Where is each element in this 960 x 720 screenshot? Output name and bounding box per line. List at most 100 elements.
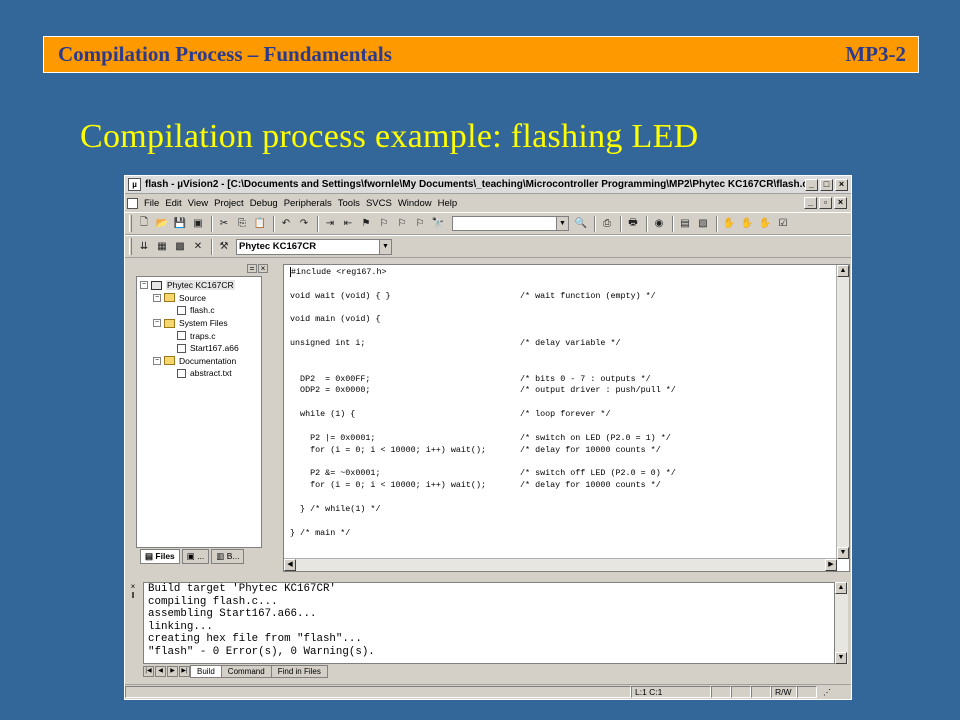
doc-minimize-button[interactable]: _ [804,197,817,209]
tree-node-file[interactable]: flash.c [137,304,261,317]
bookmark-toggle-icon[interactable]: ⚑ [358,216,374,232]
redo-icon[interactable]: ↷ [296,216,312,232]
code-line[interactable] [290,350,830,362]
code-text[interactable]: #include <reg167.h> void wait (void) { } /… [290,267,830,539]
chevron-down-icon[interactable]: ▼ [556,217,568,230]
code-line[interactable]: for (i = 0; i < 10000; i++) wait(); /* de… [290,445,830,457]
maximize-button[interactable]: □ [820,178,833,191]
code-line[interactable]: unsigned int i; /* delay variable */ [290,338,830,350]
code-line[interactable]: for (i = 0; i < 10000; i++) wait(); /* de… [290,480,830,492]
tree-node-file[interactable]: abstract.txt [137,367,261,380]
translate-icon[interactable]: ⇊ [136,239,152,255]
resize-grip-icon[interactable]: ⋰ [817,688,831,697]
tree-node-group[interactable]: − Documentation [137,355,261,368]
indent-icon[interactable]: ⇥ [322,216,338,232]
scroll-right-icon[interactable]: ▶ [825,559,837,571]
editor-vertical-scrollbar[interactable]: ▲ ▼ [836,265,849,559]
save-all-icon[interactable]: ▣ [190,216,206,232]
pane-dock-icon[interactable]: = [247,264,257,273]
menu-window[interactable]: Window [395,198,435,209]
tree-node-group[interactable]: − System Files [137,317,261,330]
code-line[interactable] [290,326,830,338]
tab-last-icon[interactable]: ▶| [179,665,190,677]
breakpoint-icon[interactable]: ✋ [739,216,755,232]
code-line[interactable]: void wait (void) { } /* wait function (em… [290,291,830,303]
window-titlebar[interactable]: µ flash - µVision2 - [C:\Documents and S… [125,176,851,194]
code-line[interactable]: #include <reg167.h> [290,267,830,279]
compile-file-icon[interactable]: ⎙ [599,216,615,232]
collapse-icon[interactable]: − [153,356,161,365]
tree-node-target[interactable]: − Phytec KC167CR [137,279,261,292]
build-icon[interactable]: ▦ [154,239,170,255]
menu-edit[interactable]: Edit [162,198,184,209]
tab-books[interactable]: ▥ B... [211,549,245,564]
bookmark-next-icon[interactable]: ⚐ [376,216,392,232]
menu-tools[interactable]: Tools [335,198,363,209]
code-line[interactable] [290,362,830,374]
scroll-up-icon[interactable]: ▲ [837,265,849,277]
scroll-down-icon[interactable]: ▼ [835,652,847,664]
toolbar-grip[interactable] [129,215,132,232]
toolbar-grip[interactable] [129,238,132,255]
tree-node-file[interactable]: Start167.a66 [137,342,261,355]
code-line[interactable] [290,397,830,409]
save-icon[interactable]: 💾 [172,216,188,232]
code-line[interactable] [290,457,830,469]
tab-next-icon[interactable]: ▶ [167,665,178,677]
tab-files[interactable]: ▤ Files [140,549,180,564]
code-line[interactable]: P2 |= 0x0001; /* switch on LED (P2.0 = 1)… [290,433,830,445]
find-combo[interactable]: ▼ [452,216,569,231]
chevron-down-icon[interactable]: ▼ [379,239,391,254]
collapse-icon[interactable]: − [153,319,161,328]
output-vertical-scrollbar[interactable]: ▲ ▼ [835,582,848,664]
tab-first-icon[interactable]: |◀ [143,665,154,677]
zoom-window-icon[interactable]: ▧ [695,216,711,232]
code-editor[interactable]: #include <reg167.h> void wait (void) { } /… [283,264,850,572]
undo-icon[interactable]: ↶ [278,216,294,232]
code-line[interactable] [290,279,830,291]
doc-restore-button[interactable]: ▫ [819,197,832,209]
unindent-icon[interactable]: ⇤ [340,216,356,232]
tab-prev-icon[interactable]: ◀ [155,665,166,677]
menu-file[interactable]: File [141,198,162,209]
menu-debug[interactable]: Debug [247,198,281,209]
tab-build[interactable]: Build [190,664,222,678]
menu-peripherals[interactable]: Peripherals [281,198,335,209]
menu-project[interactable]: Project [211,198,247,209]
code-line[interactable]: while (1) {/* loop forever */ [290,409,830,421]
code-line[interactable] [290,421,830,433]
target-select[interactable]: Phytec KC167CR ▼ [236,238,392,255]
scroll-down-icon[interactable]: ▼ [837,547,849,559]
copy-icon[interactable]: ⎘ [234,216,250,232]
rebuild-icon[interactable]: ▩ [172,239,188,255]
code-line[interactable] [290,303,830,315]
bookmark-clear-icon[interactable]: ⚐ [412,216,428,232]
output-pane-grip[interactable]: × ‖ [128,582,138,674]
stop-build-icon[interactable]: ✕ [190,239,206,255]
collapse-icon[interactable]: − [140,281,148,290]
code-line[interactable]: DP2 = 0x00FF; /* bits 0 - 7 : outputs */ [290,374,830,386]
close-button[interactable]: × [835,178,848,191]
menu-help[interactable]: Help [435,198,461,209]
code-line[interactable] [290,492,830,504]
scroll-left-icon[interactable]: ◀ [284,559,296,571]
tree-node-file[interactable]: traps.c [137,329,261,342]
document-icon[interactable] [127,197,138,209]
tree-node-group[interactable]: − Source [137,292,261,305]
build-output-text[interactable]: Build target 'Phytec KC167CR' compiling f… [143,582,835,664]
code-line[interactable]: ODP2 = 0x0000; /* output driver : push/pu… [290,385,830,397]
print-icon[interactable]: 🖶 [625,216,641,232]
window-layout-icon[interactable]: ▤ [677,216,693,232]
binoculars-icon[interactable]: 🔍 [573,216,589,232]
pane-close-icon[interactable]: × [258,264,268,273]
tab-regs[interactable]: ▣ ... [181,549,210,564]
config-icon[interactable]: ☑ [775,216,791,232]
hand-icon[interactable]: ✋ [721,216,737,232]
tab-find-in-files[interactable]: Find in Files [270,664,328,678]
code-line[interactable]: } /* while(1) */ [290,504,830,516]
scroll-up-icon[interactable]: ▲ [835,582,847,594]
code-line[interactable] [290,516,830,528]
editor-horizontal-scrollbar[interactable]: ◀ ▶ [284,558,837,571]
options-for-target-icon[interactable]: ⚒ [216,239,232,255]
collapse-icon[interactable]: − [153,293,161,302]
